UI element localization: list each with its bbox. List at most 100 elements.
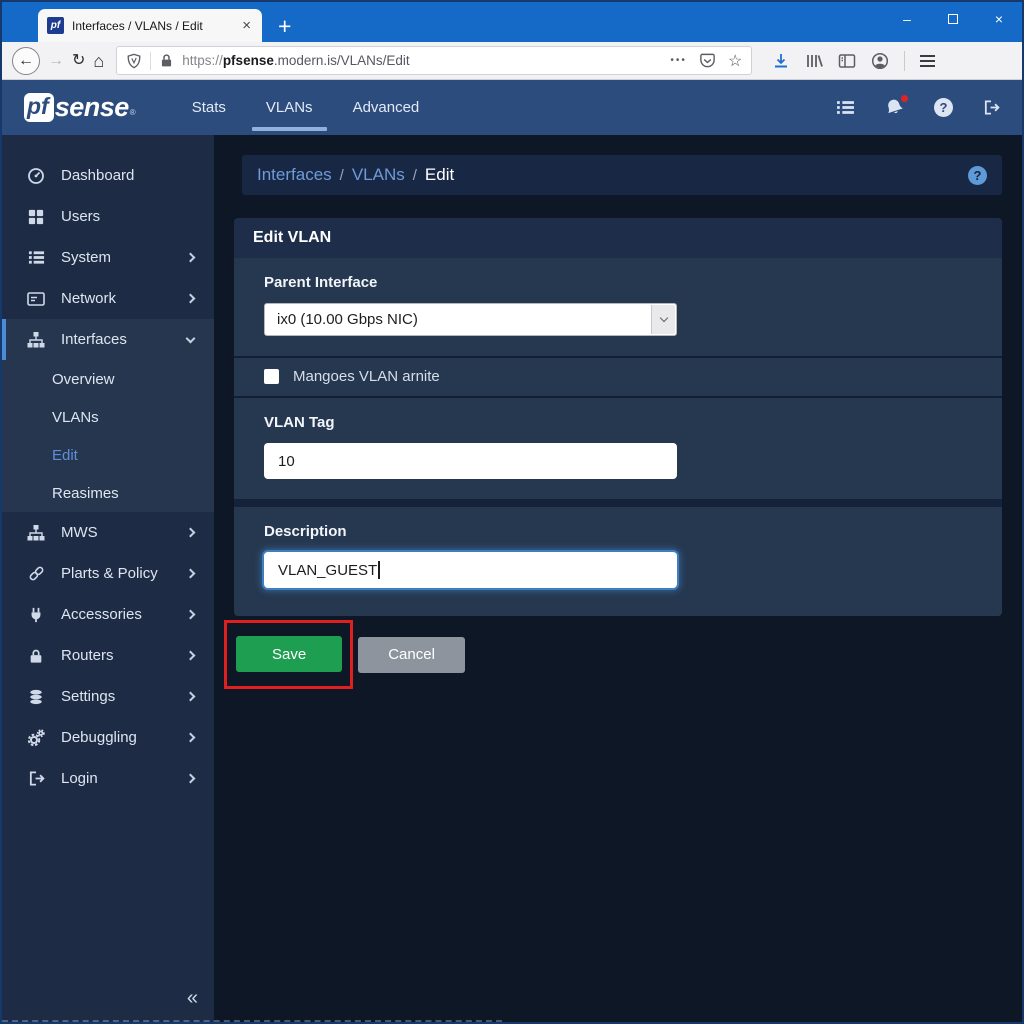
- vlan-tag-row: VLAN Tag 10: [234, 396, 1002, 499]
- sidebar-collapse-icon[interactable]: «: [187, 987, 196, 1010]
- minimize-button[interactable]: –: [884, 2, 930, 36]
- chevron-down-icon: [659, 314, 667, 322]
- back-button[interactable]: ←: [12, 47, 40, 75]
- description-label: Description: [264, 523, 972, 540]
- account-icon[interactable]: [871, 52, 889, 70]
- sidebar-item-login[interactable]: Login: [2, 758, 214, 799]
- row-gap: [234, 499, 1002, 507]
- home-button[interactable]: ⌂: [93, 52, 104, 70]
- lock-icon[interactable]: [159, 53, 174, 68]
- sidebar-menu: DashboardUsers System NetworkInterfacesOve…: [2, 155, 214, 799]
- page-actions-icon[interactable]: •••: [670, 55, 687, 66]
- parent-interface-select[interactable]: ix0 (10.00 Gbps NIC): [264, 303, 677, 336]
- parent-interface-label: Parent Interface: [264, 274, 972, 291]
- url-bar[interactable]: https://pfsense.modern.is/VLANs/Edit •••…: [116, 46, 752, 75]
- breadcrumb-edit: Edit: [425, 165, 454, 185]
- sidebar-item-accessories[interactable]: Accessories: [2, 594, 214, 635]
- breadcrumb: Interfaces/VLANs/Edit ?: [242, 155, 1002, 195]
- bookmark-star-icon[interactable]: ☆: [728, 51, 742, 71]
- header-help-icon[interactable]: ?: [934, 98, 953, 117]
- parent-interface-value: ix0 (10.00 Gbps NIC): [277, 311, 418, 328]
- database-icon: [26, 689, 46, 705]
- sidebar-toggle-icon[interactable]: [838, 52, 856, 70]
- gauge-icon: [26, 167, 46, 185]
- sidebar-item-routers[interactable]: Routers: [2, 635, 214, 676]
- nav-advanced[interactable]: Advanced: [353, 80, 420, 135]
- signout-icon: [26, 770, 46, 787]
- vlan-checkbox[interactable]: [264, 369, 279, 384]
- menu-list-icon[interactable]: [836, 98, 855, 117]
- sidebar-item-system[interactable]: System: [2, 237, 214, 278]
- breadcrumb-separator: /: [413, 167, 417, 184]
- chevron-right-icon: [186, 692, 196, 702]
- notifications-bell-icon[interactable]: [885, 98, 904, 117]
- url-actions: ••• ☆: [670, 51, 742, 71]
- tab-title: Interfaces / VLANs / Edit: [72, 19, 232, 33]
- grid-icon: [26, 209, 46, 225]
- sidebar-item-label: Plarts & Policy: [61, 565, 158, 582]
- link-icon: [26, 565, 46, 582]
- header-logout-icon[interactable]: [983, 99, 1000, 116]
- maximize-button[interactable]: [930, 2, 976, 36]
- sidebar-item-dashboard[interactable]: Dashboard: [2, 155, 214, 196]
- select-dropdown-button[interactable]: [651, 305, 675, 334]
- chevron-right-icon: [186, 774, 196, 784]
- edit-vlan-panel: Edit VLAN Parent Interface ix0 (10.00 Gb…: [234, 218, 1002, 616]
- breadcrumb-help-icon[interactable]: ?: [968, 166, 987, 185]
- logo-pf-mark: pf: [24, 93, 54, 122]
- window-controls: – ×: [884, 2, 1022, 36]
- pocket-icon[interactable]: [699, 52, 716, 69]
- sidebar: DashboardUsers System NetworkInterfacesOve…: [2, 135, 214, 1022]
- reload-button[interactable]: ↻: [72, 53, 85, 69]
- sidebar-item-vlans[interactable]: VLANs: [2, 398, 214, 436]
- browser-tab[interactable]: pf Interfaces / VLANs / Edit ×: [38, 9, 262, 42]
- sidebar-item-overview[interactable]: Overview: [2, 360, 214, 398]
- main-content: Interfaces/VLANs/Edit ? Edit VLAN Parent…: [214, 135, 1022, 1022]
- gears-icon: [26, 729, 46, 747]
- sidebar-item-label: Debuggling: [61, 729, 137, 746]
- close-button[interactable]: ×: [976, 2, 1022, 36]
- breadcrumb-interfaces[interactable]: Interfaces: [257, 165, 332, 185]
- vlan-checkbox-label: Mangoes VLAN arnite: [293, 368, 440, 385]
- vlan-checkbox-row: Mangoes VLAN arnite: [234, 356, 1002, 396]
- tab-close-icon[interactable]: ×: [240, 17, 253, 34]
- header-icons: ?: [836, 98, 1000, 117]
- sidebar-item-interfaces[interactable]: Interfaces: [2, 319, 214, 360]
- url-text[interactable]: https://pfsense.modern.is/VLANs/Edit: [182, 53, 662, 68]
- sidebar-item-label: Settings: [61, 688, 115, 705]
- description-input[interactable]: VLAN_GUEST: [264, 552, 677, 588]
- forward-button[interactable]: →: [48, 53, 64, 69]
- sidebar-item-settings[interactable]: Settings: [2, 676, 214, 717]
- sidebar-item-users[interactable]: Users: [2, 196, 214, 237]
- pfsense-header: pf sense ® Stats VLANs Advanced ?: [2, 80, 1022, 135]
- save-button[interactable]: Save: [236, 636, 342, 672]
- sidebar-item-mws[interactable]: MWS: [2, 512, 214, 553]
- logo-registered-mark: ®: [130, 108, 136, 117]
- sidebar-item-plarts-policy[interactable]: Plarts & Policy: [2, 553, 214, 594]
- sidebar-item-reasimes[interactable]: Reasimes: [2, 474, 214, 512]
- sidebar-item-network[interactable]: Network: [2, 278, 214, 319]
- sitemap-icon: [26, 331, 46, 349]
- nav-stats[interactable]: Stats: [192, 80, 226, 135]
- tracking-shield-icon[interactable]: [126, 53, 142, 69]
- sidebar-item-label: Accessories: [61, 606, 142, 623]
- toolbar-right-icons: [772, 51, 935, 71]
- vlan-tag-label: VLAN Tag: [264, 414, 972, 431]
- new-tab-button[interactable]: +: [278, 15, 291, 38]
- library-icon[interactable]: [805, 52, 823, 70]
- cancel-button[interactable]: Cancel: [358, 637, 465, 673]
- downloads-icon[interactable]: [772, 52, 790, 70]
- sidebar-item-edit[interactable]: Edit: [2, 436, 214, 474]
- pfsense-logo[interactable]: pf sense ®: [24, 92, 136, 123]
- pfsense-favicon: pf: [47, 17, 64, 34]
- sidebar-item-debuggling[interactable]: Debuggling: [2, 717, 214, 758]
- browser-toolbar: ← → ↻ ⌂ https://pfsense.modern.is/VLANs/…: [2, 42, 1022, 80]
- sidebar-item-label: System: [61, 249, 111, 266]
- breadcrumb-vlans[interactable]: VLANs: [352, 165, 405, 185]
- description-row: Description VLAN_GUEST: [234, 507, 1002, 616]
- sidebar-item-label: Routers: [61, 647, 114, 664]
- lock-icon: [26, 648, 46, 664]
- nav-vlans[interactable]: VLANs: [266, 80, 313, 135]
- vlan-tag-input[interactable]: 10: [264, 443, 677, 479]
- hamburger-menu-icon[interactable]: [920, 55, 935, 67]
